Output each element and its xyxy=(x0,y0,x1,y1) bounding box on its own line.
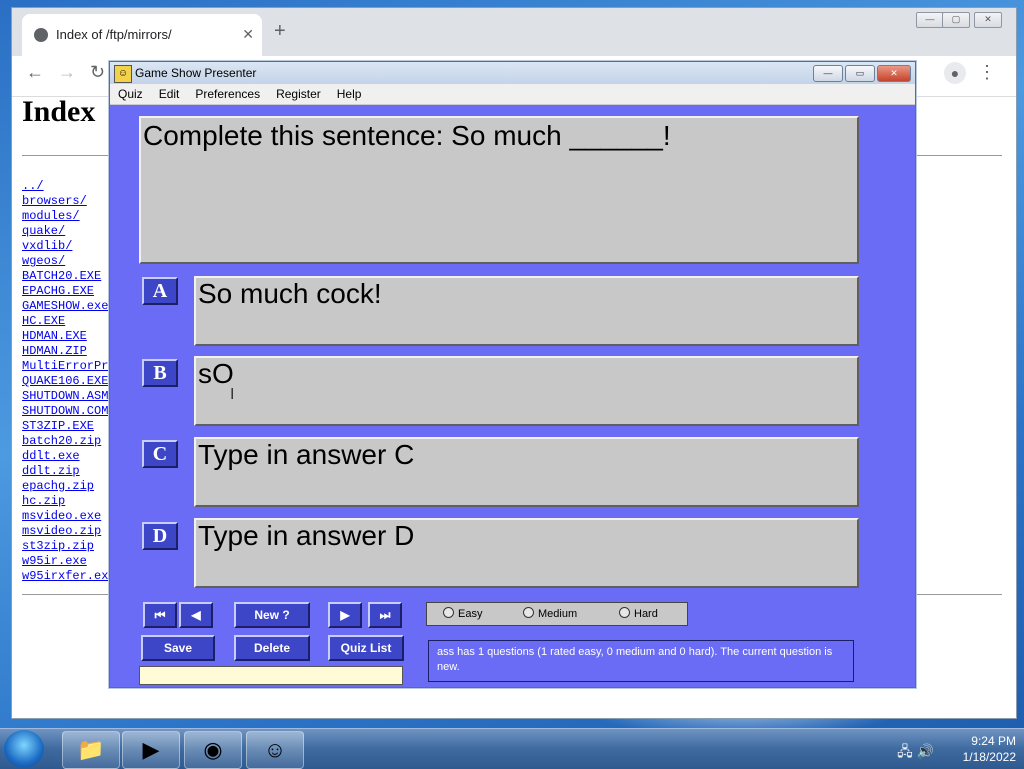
file-link[interactable]: msvideo.zip xyxy=(22,524,118,539)
close-tab-icon[interactable]: ✕ xyxy=(242,26,254,43)
difficulty-easy-radio[interactable]: Easy xyxy=(443,607,482,620)
answer-d-text: Type in answer D xyxy=(198,520,415,551)
first-question-button[interactable]: ⏮ xyxy=(143,602,177,628)
difficulty-selector: Easy Medium Hard xyxy=(426,602,688,626)
question-text: Complete this sentence: So much ______! xyxy=(143,120,671,151)
next-question-button[interactable]: ▶ xyxy=(328,602,362,628)
answer-b-badge: B xyxy=(142,359,178,387)
page-title: Index xyxy=(22,95,96,128)
file-link[interactable]: ST3ZIP.EXE xyxy=(22,419,118,434)
back-icon[interactable]: ← xyxy=(26,62,44,83)
file-link[interactable]: ../ xyxy=(22,179,118,194)
menu-item-help[interactable]: Help xyxy=(329,84,370,104)
quiz-list-button[interactable]: Quiz List xyxy=(328,635,404,661)
difficulty-hard-radio[interactable]: Hard xyxy=(619,607,658,620)
file-link[interactable]: wgeos/ xyxy=(22,254,118,269)
file-link[interactable]: quake/ xyxy=(22,224,118,239)
browser-menu-icon[interactable]: ⋮ xyxy=(978,62,996,83)
answer-b-field[interactable]: sO xyxy=(194,356,859,426)
file-link[interactable]: BATCH20.EXE xyxy=(22,269,118,284)
account-icon[interactable]: ● xyxy=(944,62,966,84)
answer-a-text: So much cock! xyxy=(198,278,382,309)
game-show-taskbar-icon[interactable]: ☺ xyxy=(246,731,304,769)
reload-icon[interactable]: ↻ xyxy=(90,62,105,83)
answer-b-text: sO xyxy=(198,358,234,389)
browser-close-button[interactable]: ✕ xyxy=(974,12,1002,28)
file-link[interactable]: w95ir.exe xyxy=(22,554,118,569)
file-link[interactable]: modules/ xyxy=(22,209,118,224)
new-tab-button[interactable]: + xyxy=(274,21,286,41)
new-question-button[interactable]: New ? xyxy=(234,602,310,628)
browser-tab[interactable]: Index of /ftp/mirrors/ ✕ xyxy=(22,14,262,56)
file-link[interactable]: w95irxfer.ex xyxy=(22,569,118,584)
menu-bar: Quiz Edit Preferences Register Help xyxy=(110,84,915,105)
answer-a-badge: A xyxy=(142,277,178,305)
clock-date: 1/18/2022 xyxy=(962,750,1016,764)
file-link[interactable]: MultiErrorPr xyxy=(22,359,118,374)
window-title: Game Show Presenter xyxy=(135,66,257,80)
game-show-window: ☺ Game Show Presenter — ▭ ✕ Quiz Edit Pref… xyxy=(109,61,916,688)
previous-question-button[interactable]: ◀ xyxy=(179,602,213,628)
text-cursor-icon: I xyxy=(230,386,235,403)
difficulty-medium-label: Medium xyxy=(538,608,578,620)
save-button[interactable]: Save xyxy=(141,635,215,661)
file-link[interactable]: HC.EXE xyxy=(22,314,118,329)
file-link[interactable]: QUAKE106.EXE xyxy=(22,374,118,389)
menu-item-preferences[interactable]: Preferences xyxy=(187,84,268,104)
file-link[interactable]: browsers/ xyxy=(22,194,118,209)
answer-c-text: Type in answer C xyxy=(198,439,415,470)
status-message: ass has 1 questions (1 rated easy, 0 med… xyxy=(428,640,854,682)
file-link[interactable]: ddlt.zip xyxy=(22,464,118,479)
clock[interactable]: 9:24 PM 1/18/2022 xyxy=(963,733,1016,765)
minimize-button[interactable]: — xyxy=(813,65,843,82)
file-list: ../browsers/modules/quake/vxdlib/wgeos/B… xyxy=(22,179,118,584)
chrome-taskbar-icon[interactable]: ◉ xyxy=(184,731,242,769)
quiz-name-field[interactable] xyxy=(139,666,403,685)
maximize-button[interactable]: ▭ xyxy=(845,65,875,82)
last-question-button[interactable]: ⏭ xyxy=(368,602,402,628)
forward-icon[interactable]: → xyxy=(58,62,76,83)
app-icon: ☺ xyxy=(114,65,132,83)
answer-d-badge: D xyxy=(142,522,178,550)
file-link[interactable]: st3zip.zip xyxy=(22,539,118,554)
delete-button[interactable]: Delete xyxy=(234,635,310,661)
difficulty-medium-radio[interactable]: Medium xyxy=(523,607,577,620)
difficulty-hard-label: Hard xyxy=(634,608,658,620)
question-field[interactable]: Complete this sentence: So much ______! xyxy=(139,116,859,264)
file-link[interactable]: SHUTDOWN.ASM xyxy=(22,389,118,404)
globe-icon xyxy=(34,28,48,42)
file-link[interactable]: msvideo.exe xyxy=(22,509,118,524)
file-link[interactable]: SHUTDOWN.COM xyxy=(22,404,118,419)
file-link[interactable]: GAMESHOW.exe xyxy=(22,299,118,314)
media-player-taskbar-icon[interactable]: ▶ xyxy=(122,731,180,769)
file-link[interactable]: epachg.zip xyxy=(22,479,118,494)
browser-tab-strip: Index of /ftp/mirrors/ ✕ + — ▢ ✕ xyxy=(12,8,1016,56)
difficulty-easy-label: Easy xyxy=(458,608,483,620)
file-link[interactable]: HDMAN.ZIP xyxy=(22,344,118,359)
explorer-taskbar-icon[interactable]: 📁 xyxy=(62,731,120,769)
menu-item-register[interactable]: Register xyxy=(268,84,329,104)
file-link[interactable]: EPACHG.EXE xyxy=(22,284,118,299)
taskbar: 📁 ▶ ◉ ☺ 🖧 🔊 9:24 PM 1/18/2022 xyxy=(0,728,1024,769)
menu-item-edit[interactable]: Edit xyxy=(151,84,188,104)
answer-c-badge: C xyxy=(142,440,178,468)
answer-c-field[interactable]: Type in answer C xyxy=(194,437,859,507)
file-link[interactable]: hc.zip xyxy=(22,494,118,509)
tab-title: Index of /ftp/mirrors/ xyxy=(56,27,172,42)
file-link[interactable]: ddlt.exe xyxy=(22,449,118,464)
browser-minimize-button[interactable]: — xyxy=(916,12,944,28)
file-link[interactable]: vxdlib/ xyxy=(22,239,118,254)
start-button[interactable] xyxy=(4,730,44,768)
browser-maximize-button[interactable]: ▢ xyxy=(942,12,970,28)
file-link[interactable]: HDMAN.EXE xyxy=(22,329,118,344)
tray-icons[interactable]: 🖧 🔊 xyxy=(897,741,934,765)
window-titlebar[interactable]: ☺ Game Show Presenter — ▭ ✕ xyxy=(110,62,915,84)
answer-d-field[interactable]: Type in answer D xyxy=(194,518,859,588)
file-link[interactable]: batch20.zip xyxy=(22,434,118,449)
close-button[interactable]: ✕ xyxy=(877,65,911,82)
answer-a-field[interactable]: So much cock! xyxy=(194,276,859,346)
menu-item-quiz[interactable]: Quiz xyxy=(110,84,151,104)
clock-time: 9:24 PM xyxy=(971,734,1016,748)
